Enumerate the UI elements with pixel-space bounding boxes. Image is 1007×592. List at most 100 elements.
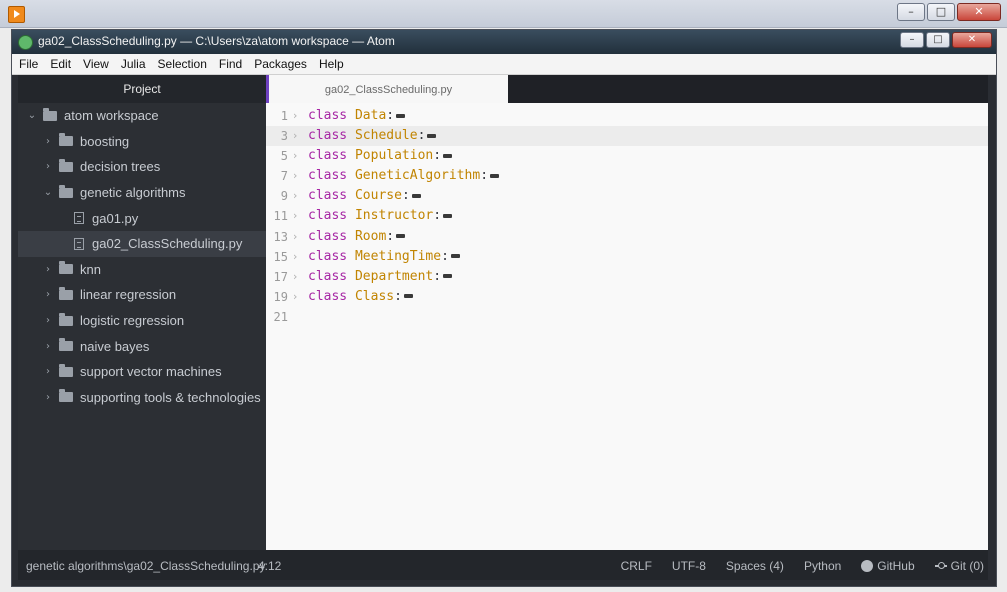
tree-item-label: logistic regression	[80, 313, 185, 329]
code-line[interactable]: 21	[266, 307, 988, 327]
scrollbar[interactable]	[988, 75, 996, 550]
keyword-token: class	[308, 208, 348, 224]
fold-chevron-icon[interactable]: ›	[293, 106, 297, 126]
player-app-icon	[8, 6, 25, 23]
folder-icon	[59, 312, 73, 326]
folded-ellipsis-icon[interactable]	[396, 113, 406, 118]
fold-chevron-icon[interactable]: ›	[293, 227, 297, 247]
folded-ellipsis-icon[interactable]	[490, 173, 500, 178]
chevron-right-icon[interactable]: ›	[42, 392, 54, 403]
chevron-right-icon[interactable]: ›	[42, 264, 54, 275]
folder-icon	[59, 363, 73, 377]
code-line[interactable]: 15 › class MeetingTime:	[266, 247, 988, 267]
code-line[interactable]: 1 › class Data:	[266, 106, 988, 126]
code-line[interactable]: 11 › class Instructor:	[266, 206, 988, 226]
minimize-button[interactable]: –	[900, 32, 924, 48]
github-icon	[861, 560, 874, 572]
tree-file[interactable]: ga01.py	[18, 205, 266, 231]
menu-find[interactable]: Find	[212, 57, 247, 71]
colon-token: :	[394, 288, 402, 304]
chevron-right-icon[interactable]: ›	[42, 161, 54, 172]
status-github[interactable]: GitHub	[861, 559, 915, 573]
fold-chevron-icon[interactable]: ›	[293, 287, 297, 307]
tree-item-label: genetic algorithms	[80, 185, 186, 201]
tree-folder[interactable]: › naive bayes	[18, 333, 266, 359]
tab-ga02-classscheduling[interactable]: ga02_ClassScheduling.py	[266, 75, 508, 103]
tree-folder[interactable]: › knn	[18, 257, 266, 283]
minimize-icon: –	[908, 5, 914, 18]
status-indentation[interactable]: Spaces (4)	[726, 559, 784, 573]
status-grammar[interactable]: Python	[804, 559, 841, 573]
status-line-ending[interactable]: CRLF	[621, 559, 652, 573]
code-line[interactable]: 9 › class Course:	[266, 186, 988, 206]
code-line[interactable]: 5 › class Population:	[266, 146, 988, 166]
close-button[interactable]: ✕	[952, 32, 992, 48]
fold-chevron-icon[interactable]: ›	[293, 186, 297, 206]
code-line[interactable]: 17 › class Department:	[266, 267, 988, 287]
outer-close-button[interactable]: ✕	[957, 3, 1001, 21]
outer-window-controls: – □ ✕	[897, 3, 1001, 21]
fold-chevron-icon[interactable]: ›	[293, 126, 297, 146]
folded-ellipsis-icon[interactable]	[403, 294, 413, 299]
menu-julia[interactable]: Julia	[114, 57, 151, 71]
keyword-token: class	[308, 188, 348, 204]
tree-folder[interactable]: › support vector machines	[18, 359, 266, 385]
folded-ellipsis-icon[interactable]	[443, 213, 453, 218]
tree-folder[interactable]: › logistic regression	[18, 308, 266, 334]
code-content: class GeneticAlgorithm:	[308, 166, 500, 186]
status-file-path[interactable]: genetic algorithms\ga02_ClassScheduling.…	[26, 559, 265, 573]
code-editor[interactable]: 1 › class Data: 3 › class Schedule: 5 › class Po…	[266, 103, 988, 550]
maximize-icon: □	[935, 5, 947, 18]
tree-folder[interactable]: ⌄ genetic algorithms	[18, 180, 266, 206]
menu-view[interactable]: View	[76, 57, 114, 71]
chevron-down-icon[interactable]: ⌄	[42, 187, 54, 198]
folded-ellipsis-icon[interactable]	[411, 193, 421, 198]
folded-ellipsis-icon[interactable]	[443, 274, 453, 279]
fold-chevron-icon[interactable]: ›	[293, 247, 297, 267]
chevron-right-icon[interactable]: ›	[42, 315, 54, 326]
maximize-button[interactable]: □	[926, 32, 950, 48]
tree-file[interactable]: ga02_ClassScheduling.py	[18, 230, 266, 257]
code-line[interactable]: 3 › class Schedule:	[266, 126, 988, 147]
folded-ellipsis-icon[interactable]	[427, 133, 437, 138]
menu-selection[interactable]: Selection	[151, 57, 212, 71]
fold-chevron-icon[interactable]: ›	[293, 206, 297, 226]
menu-help[interactable]: Help	[312, 57, 349, 71]
file-text-icon	[74, 237, 84, 250]
tree-folder[interactable]: › supporting tools & technologies	[18, 385, 266, 411]
status-git[interactable]: Git (0)	[934, 559, 984, 573]
folded-ellipsis-icon[interactable]	[450, 254, 460, 259]
colon-token: :	[441, 248, 449, 264]
fold-chevron-icon[interactable]: ›	[293, 267, 297, 287]
tree-folder[interactable]: › decision trees	[18, 154, 266, 180]
outer-maximize-button[interactable]: □	[927, 3, 955, 21]
fold-chevron-icon[interactable]: ›	[293, 146, 297, 166]
status-cursor-position[interactable]: 4:12	[258, 559, 281, 573]
tree-folder[interactable]: ⌄ atom workspace	[18, 103, 266, 129]
outer-minimize-button[interactable]: –	[897, 3, 925, 21]
chevron-right-icon[interactable]: ›	[42, 341, 54, 352]
colon-token: :	[386, 108, 395, 123]
code-line[interactable]: 19 › class Class:	[266, 287, 988, 307]
chevron-right-icon[interactable]: ›	[42, 136, 54, 147]
folded-ellipsis-icon[interactable]	[396, 234, 406, 239]
tab-bar: ga02_ClassScheduling.py	[266, 75, 988, 103]
tree-folder[interactable]: › linear regression	[18, 282, 266, 308]
code-content: class Room:	[308, 227, 406, 247]
tree-folder[interactable]: › boosting	[18, 129, 266, 155]
code-line[interactable]: 13 › class Room:	[266, 227, 988, 247]
menu-file[interactable]: File	[12, 57, 43, 71]
menu-packages[interactable]: Packages	[247, 57, 312, 71]
line-number: 13	[273, 229, 288, 244]
window-title: ga02_ClassScheduling.py — C:\Users\za\at…	[38, 34, 395, 48]
status-encoding[interactable]: UTF-8	[672, 559, 706, 573]
chevron-right-icon[interactable]: ›	[42, 366, 54, 377]
chevron-right-icon[interactable]: ›	[42, 289, 54, 300]
code-line[interactable]: 7 › class GeneticAlgorithm:	[266, 166, 988, 186]
line-number: 3	[280, 129, 288, 144]
menu-edit[interactable]: Edit	[43, 57, 76, 71]
line-number: 21	[273, 309, 288, 324]
chevron-down-icon[interactable]: ⌄	[26, 110, 38, 121]
fold-chevron-icon[interactable]: ›	[293, 166, 297, 186]
folded-ellipsis-icon[interactable]	[443, 153, 453, 158]
